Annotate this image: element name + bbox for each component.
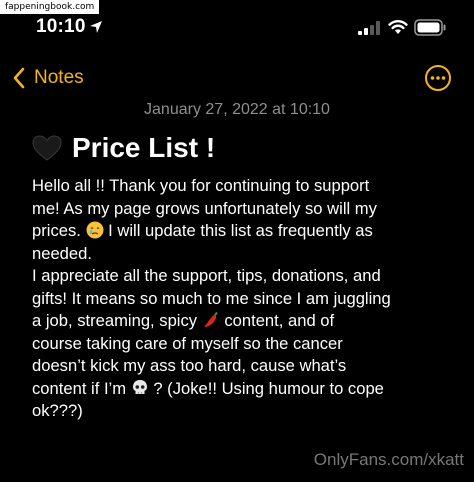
status-time: 10:10 xyxy=(36,16,86,37)
note-body[interactable]: Hello all !! Thank you for continuing to… xyxy=(32,175,452,423)
back-button-label: Notes xyxy=(34,67,84,88)
note-date: January 27, 2022 at 10:10 xyxy=(144,101,330,118)
note-line: content if I’m ? (Joke!! Using humour to… xyxy=(32,378,452,401)
note-title-text: Price List ! xyxy=(72,132,216,163)
chili-pepper-icon xyxy=(204,311,218,327)
note-title: Price List ! xyxy=(32,132,215,164)
note-line-part: content, and of xyxy=(224,311,335,330)
note-line: doesn’t kick my ass too hard, cause what… xyxy=(32,356,347,375)
chevron-left-icon xyxy=(13,67,25,89)
note-line-part: I will update this list as frequently as xyxy=(108,221,373,240)
note-line: me! As my page grows unfortunately so wi… xyxy=(32,198,377,218)
cellular-signal-icon xyxy=(358,21,380,35)
note-line: I appreciate all the support, tips, dona… xyxy=(32,266,381,285)
note-line: ok???) xyxy=(32,401,83,420)
note-line: prices. I will update this list as frequ… xyxy=(32,220,452,243)
watermark-bottom: OnlyFans.com/xkatt xyxy=(313,450,464,469)
note-line: needed. xyxy=(32,243,92,263)
nav-bar: Notes xyxy=(0,60,474,94)
location-arrow-icon xyxy=(90,21,102,33)
black-heart-icon xyxy=(32,135,62,161)
note-line: course taking care of myself so the canc… xyxy=(32,333,343,353)
crying-face-icon xyxy=(86,221,103,239)
note-line-part: ? (Joke!! Using humour to cope xyxy=(153,378,384,398)
note-line: a job, streaming, spicy content, and of xyxy=(32,310,452,333)
back-button[interactable]: Notes xyxy=(12,64,84,92)
wifi-icon xyxy=(388,20,408,34)
note-line-part: content if I’m xyxy=(32,378,127,398)
note-line: gifts! It means so much to me since I am… xyxy=(32,288,391,308)
note-line: Hello all !! Thank you for continuing to… xyxy=(32,176,370,195)
note-line-part: prices. xyxy=(32,221,81,240)
battery-icon xyxy=(414,19,446,36)
note-line-part: a job, streaming, spicy xyxy=(32,311,198,330)
skull-icon xyxy=(132,379,147,394)
ellipsis-circle-icon[interactable] xyxy=(424,64,452,92)
status-bar: 10:10 xyxy=(0,12,474,42)
